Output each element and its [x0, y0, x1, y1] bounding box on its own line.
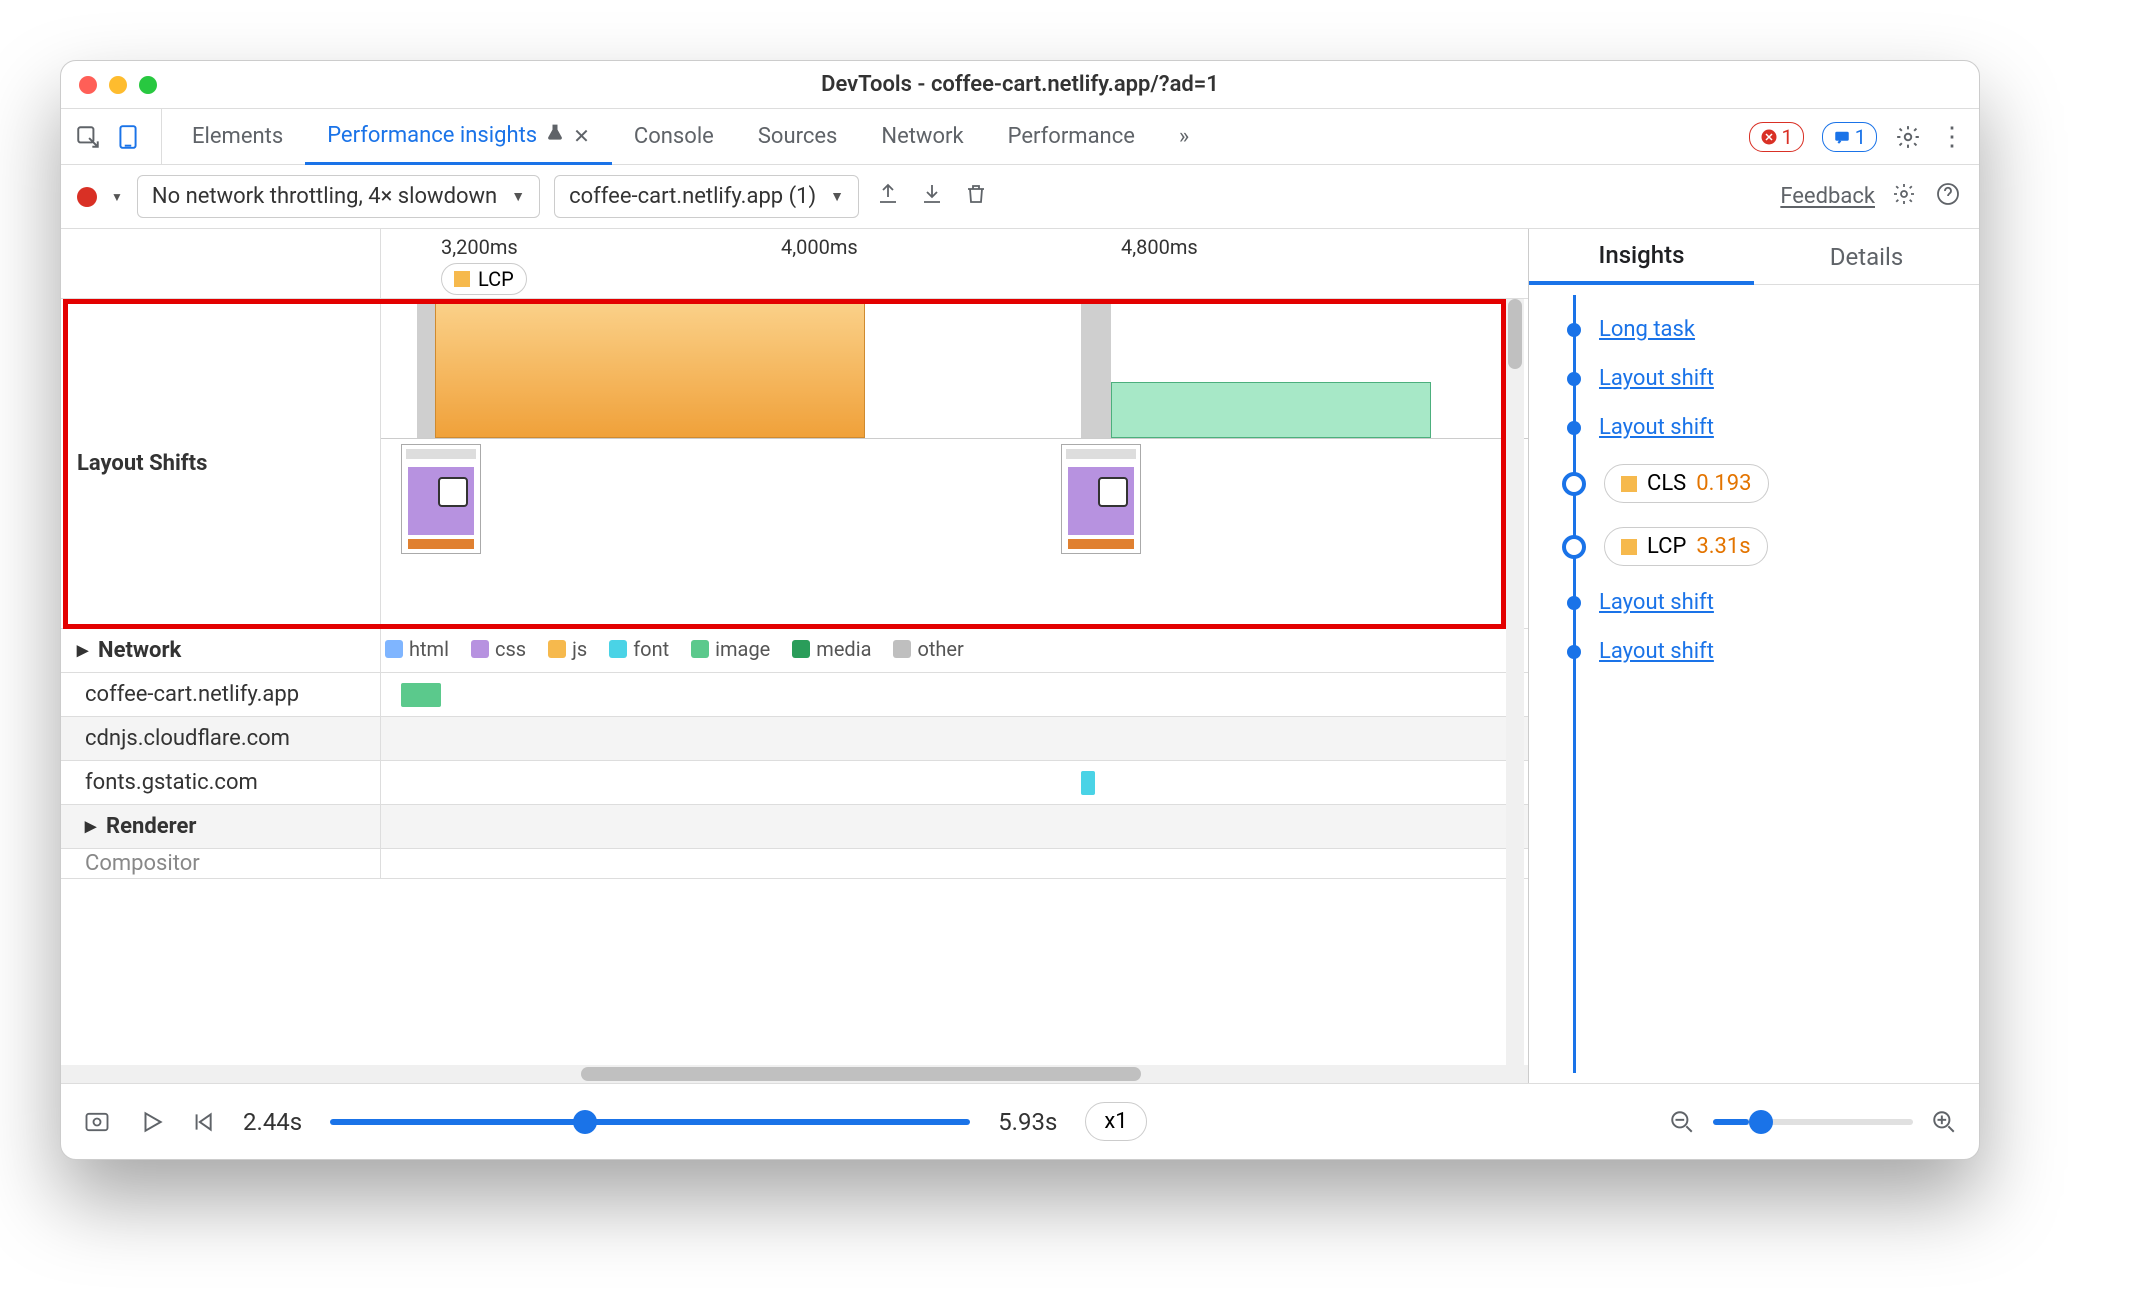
- playback-start-time: 2.44s: [243, 1108, 302, 1136]
- inspect-icon[interactable]: [75, 124, 101, 150]
- side-tab-insights[interactable]: Insights: [1529, 229, 1754, 285]
- layout-shift-block[interactable]: [1111, 382, 1431, 438]
- chevron-down-icon: ▼: [830, 188, 844, 205]
- settings-icon[interactable]: [1895, 124, 1921, 150]
- time-tick: 4,000ms: [781, 235, 858, 259]
- chevron-down-icon: ▼: [511, 188, 525, 205]
- renderer-track-header[interactable]: Renderer: [61, 805, 1528, 849]
- window-title: DevTools - coffee-cart.netlify.app/?ad=1: [61, 72, 1979, 97]
- insights-timeline: Long task Layout shift Layout shift CLS …: [1529, 285, 1979, 1083]
- insight-item[interactable]: Layout shift: [1559, 639, 1963, 664]
- import-icon[interactable]: [917, 182, 947, 212]
- tab-performance-insights[interactable]: Performance insights ✕: [305, 110, 612, 165]
- insight-lcp[interactable]: LCP 3.31s: [1559, 527, 1963, 566]
- tab-console[interactable]: Console: [612, 109, 736, 164]
- screenshot-thumbnail[interactable]: [1061, 444, 1141, 554]
- recording-select[interactable]: coffee-cart.netlify.app (1) ▼: [554, 175, 859, 218]
- time-tick: 3,200ms: [441, 235, 518, 259]
- close-tab-icon[interactable]: ✕: [573, 124, 590, 148]
- delete-icon[interactable]: [961, 182, 991, 212]
- insight-item[interactable]: Long task: [1559, 317, 1963, 342]
- insight-item[interactable]: Layout shift: [1559, 415, 1963, 440]
- network-legend: html css js font image media other: [381, 629, 1528, 661]
- tab-network[interactable]: Network: [859, 109, 985, 164]
- main-content: 3,200ms 4,000ms 4,800ms LCP Layout Shift…: [61, 229, 1979, 1083]
- time-tick: 4,800ms: [1121, 235, 1198, 259]
- insight-item[interactable]: Layout shift: [1559, 366, 1963, 391]
- network-host-row[interactable]: cdnjs.cloudflare.com: [61, 717, 1528, 761]
- tab-performance[interactable]: Performance: [986, 109, 1157, 164]
- playback-bar: 2.44s 5.93s x1: [61, 1083, 1979, 1159]
- message-count-badge[interactable]: 1: [1822, 122, 1877, 152]
- insights-side-panel: Insights Details Long task Layout shift …: [1529, 229, 1979, 1083]
- tab-sources[interactable]: Sources: [736, 109, 860, 164]
- seek-slider[interactable]: [330, 1119, 970, 1125]
- panel-tabs-bar: Elements Performance insights ✕ Console …: [61, 109, 1979, 165]
- layout-shifts-track: Layout Shifts: [61, 299, 1528, 629]
- export-icon[interactable]: [873, 182, 903, 212]
- network-request-block[interactable]: [1081, 771, 1095, 795]
- error-count-badge[interactable]: 1: [1749, 122, 1804, 152]
- insight-cls[interactable]: CLS 0.193: [1559, 464, 1963, 503]
- playback-speed-pill[interactable]: x1: [1085, 1102, 1146, 1141]
- zoom-slider[interactable]: [1713, 1119, 1913, 1125]
- layout-shift-block[interactable]: [435, 299, 865, 438]
- horizontal-scrollbar[interactable]: [61, 1065, 1528, 1083]
- compositor-track-header[interactable]: Compositor: [61, 849, 1528, 879]
- cls-color-swatch: [1621, 476, 1637, 492]
- more-menu-icon[interactable]: ⋮: [1939, 122, 1965, 152]
- panel-settings-icon[interactable]: [1889, 182, 1919, 212]
- device-toggle-icon[interactable]: [115, 124, 141, 150]
- title-bar: DevTools - coffee-cart.netlify.app/?ad=1: [61, 61, 1979, 109]
- lcp-color-swatch: [1621, 539, 1637, 555]
- track-label: Network: [61, 629, 381, 672]
- tab-elements[interactable]: Elements: [170, 109, 305, 164]
- timeline-pane: 3,200ms 4,000ms 4,800ms LCP Layout Shift…: [61, 229, 1529, 1083]
- screenshot-thumbnail[interactable]: [401, 444, 481, 554]
- network-track-header[interactable]: Network html css js font image media oth…: [61, 629, 1528, 673]
- screenshot-toggle-icon[interactable]: [83, 1108, 111, 1136]
- network-host-row[interactable]: coffee-cart.netlify.app: [61, 673, 1528, 717]
- lcp-marker-pill[interactable]: LCP: [441, 263, 527, 295]
- help-icon[interactable]: [1933, 182, 1963, 212]
- insights-toolbar: ▼ No network throttling, 4× slowdown ▼ c…: [61, 165, 1979, 229]
- network-host-row[interactable]: fonts.gstatic.com: [61, 761, 1528, 805]
- timeline-rail: [1573, 295, 1576, 1073]
- zoom-out-icon[interactable]: [1669, 1109, 1695, 1135]
- track-label: Layout Shifts: [61, 299, 381, 628]
- zoom-in-icon[interactable]: [1931, 1109, 1957, 1135]
- record-button[interactable]: [77, 187, 97, 207]
- throttling-select[interactable]: No network throttling, 4× slowdown ▼: [137, 175, 540, 218]
- play-icon[interactable]: [139, 1109, 165, 1135]
- record-dropdown-icon[interactable]: ▼: [111, 190, 123, 204]
- tracks-container: Layout Shifts: [61, 299, 1528, 1065]
- time-ruler: 3,200ms 4,000ms 4,800ms LCP: [61, 229, 1528, 299]
- more-tabs-button[interactable]: »: [1157, 109, 1211, 164]
- playback-end-time: 5.93s: [998, 1108, 1057, 1136]
- feedback-link[interactable]: Feedback: [1780, 184, 1875, 209]
- insight-item[interactable]: Layout shift: [1559, 590, 1963, 615]
- flask-icon: [545, 123, 565, 149]
- seek-start-icon[interactable]: [189, 1109, 215, 1135]
- devtools-window: DevTools - coffee-cart.netlify.app/?ad=1…: [60, 60, 1980, 1160]
- vertical-scrollbar[interactable]: [1506, 299, 1524, 1065]
- network-request-block[interactable]: [401, 683, 441, 707]
- side-tab-details[interactable]: Details: [1754, 229, 1979, 284]
- lcp-color-swatch: [454, 271, 470, 287]
